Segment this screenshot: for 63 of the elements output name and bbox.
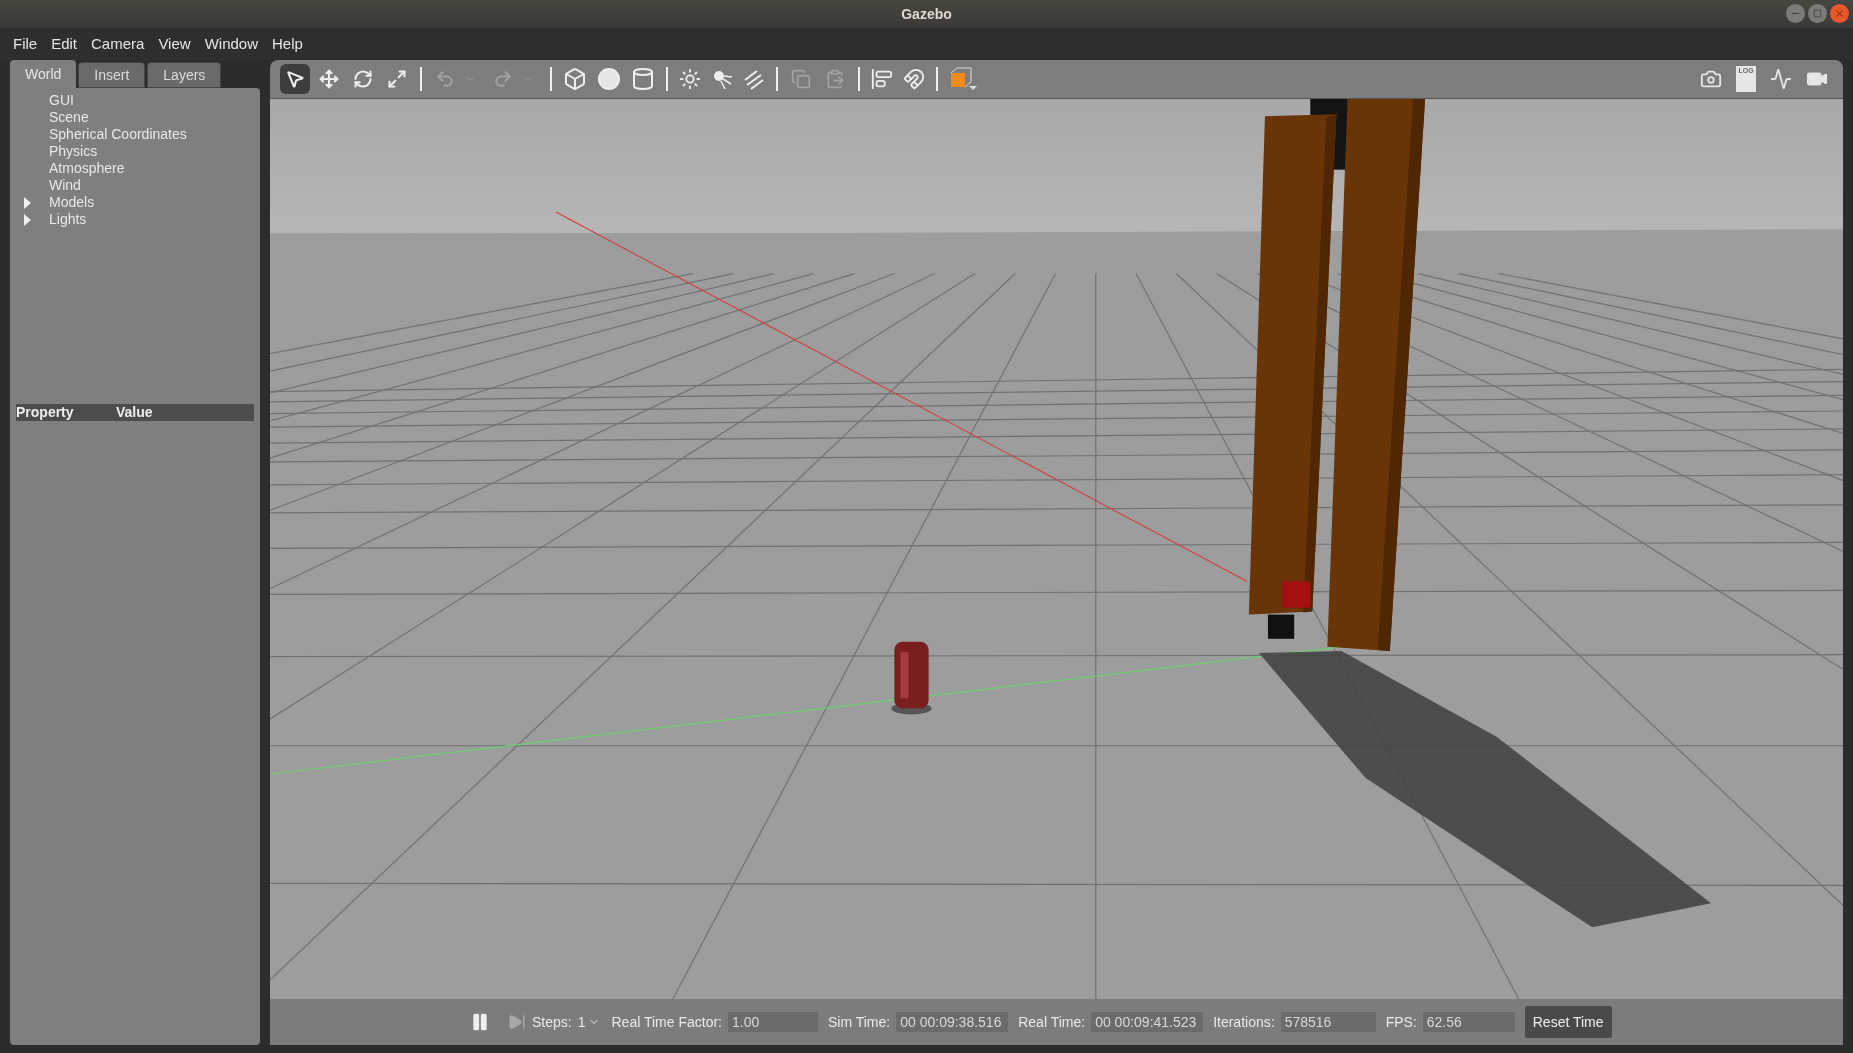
menu-item[interactable]: Edit xyxy=(44,32,85,56)
status-label: FPS: xyxy=(1385,1012,1417,1032)
translate-icon xyxy=(319,69,339,89)
minimize-button[interactable] xyxy=(1786,4,1805,23)
tree-item[interactable]: Physics xyxy=(49,143,98,160)
step-icon[interactable] xyxy=(508,1013,526,1031)
screenshot-camera-icon[interactable] xyxy=(1700,68,1722,90)
expand-arrow-icon[interactable] xyxy=(24,196,31,209)
magnet-icon[interactable] xyxy=(903,68,925,90)
cylinder-shape-icon[interactable] xyxy=(631,67,655,91)
paste-icon xyxy=(825,69,845,89)
maximize-button[interactable] xyxy=(1808,4,1827,23)
panel-tab[interactable]: Insert xyxy=(78,62,146,88)
pause-icon[interactable] xyxy=(470,1012,490,1032)
status-label: Real Time Factor: xyxy=(611,1012,722,1032)
scale-icon xyxy=(387,69,407,89)
box-shape-icon[interactable] xyxy=(563,67,587,91)
panel-tab[interactable]: Layers xyxy=(147,62,222,88)
status-value-field: 62.56 xyxy=(1422,1012,1515,1032)
select-tool-button[interactable] xyxy=(280,64,310,94)
tree-item[interactable]: Lights xyxy=(49,211,87,228)
plot-line-icon[interactable] xyxy=(1770,68,1792,90)
menu-item[interactable]: Help xyxy=(265,32,310,56)
point-light-icon[interactable] xyxy=(711,68,733,90)
copy-icon xyxy=(791,69,811,89)
undo-icon xyxy=(435,69,455,89)
close-button[interactable] xyxy=(1830,4,1849,23)
tree-item[interactable]: Models xyxy=(49,194,95,211)
steps-value: 1 xyxy=(577,1012,586,1032)
panel-tab[interactable]: World xyxy=(10,60,77,88)
tree-item[interactable]: Atmosphere xyxy=(49,160,125,177)
select-icon xyxy=(285,69,305,89)
column-header: Property xyxy=(16,403,75,422)
reset-time-button[interactable]: Reset Time xyxy=(1524,1006,1612,1038)
status-value-field: 00 00:09:41.523 xyxy=(1091,1012,1204,1032)
expand-arrow-icon[interactable] xyxy=(24,213,31,226)
column-header: Value xyxy=(116,403,153,422)
close-icon xyxy=(1834,8,1845,19)
tree-item[interactable]: Spherical Coordinates xyxy=(49,126,187,143)
maximize-icon xyxy=(1813,9,1822,18)
tree-item[interactable]: GUI xyxy=(49,92,74,109)
tree-item[interactable]: Scene xyxy=(49,109,89,126)
directional-light-icon[interactable] xyxy=(743,68,765,90)
status-label: Sim Time: xyxy=(828,1012,891,1032)
sun-light-icon[interactable] xyxy=(679,68,701,90)
status-label: Real Time: xyxy=(1018,1012,1086,1032)
tree-item[interactable]: Wind xyxy=(49,177,81,194)
menu-item[interactable]: View xyxy=(151,32,198,56)
window-title: Gazebo xyxy=(901,4,952,24)
status-value-field: 578516 xyxy=(1280,1012,1376,1032)
menu-item[interactable]: Camera xyxy=(84,32,152,56)
menu-item[interactable]: Window xyxy=(197,32,265,56)
menu-item[interactable]: File xyxy=(6,32,45,56)
status-value-field: 1.00 xyxy=(728,1012,818,1032)
sphere-shape-icon[interactable] xyxy=(597,67,621,91)
view-angle-icon[interactable] xyxy=(949,67,977,91)
steps-label: Steps: xyxy=(532,1012,572,1032)
redo-icon xyxy=(493,69,513,89)
rotate-icon xyxy=(353,69,373,89)
status-value-field: 00 00:09:38.516 xyxy=(896,1012,1009,1032)
status-label: Iterations: xyxy=(1213,1012,1275,1032)
align-icon[interactable] xyxy=(871,68,893,90)
steps-dropdown[interactable]: 1 xyxy=(577,1011,600,1033)
